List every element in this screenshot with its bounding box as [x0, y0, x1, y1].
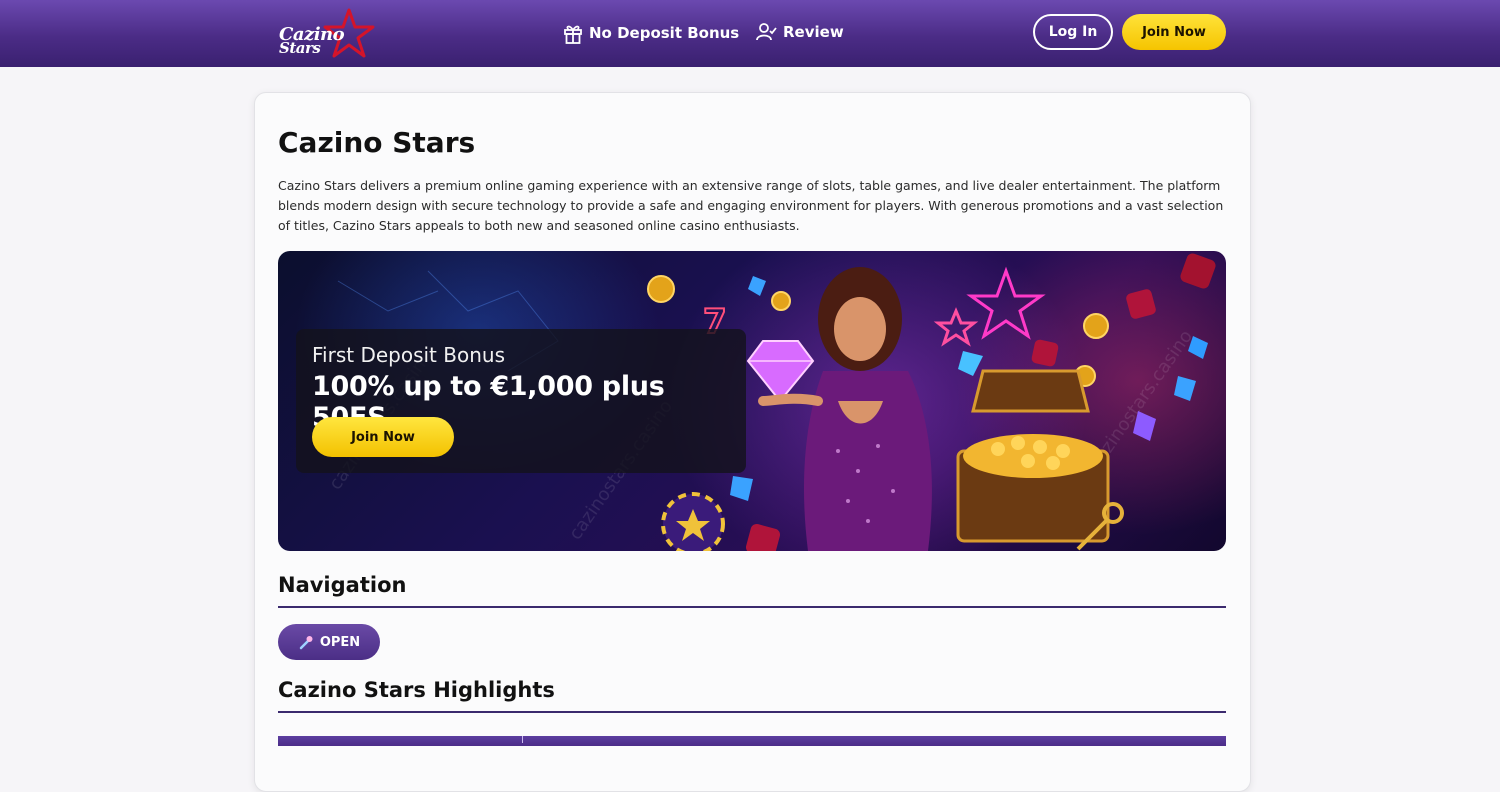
- user-review-icon: [756, 23, 777, 41]
- treasure-chest-icon: [956, 369, 1110, 543]
- diamond-icon: [746, 340, 815, 403]
- site-logo[interactable]: Cazino Stars: [277, 8, 377, 60]
- highlights-table-column-divider: [522, 736, 523, 743]
- navigation-heading: Navigation: [278, 573, 407, 597]
- neon-star-icons: [933, 266, 1046, 347]
- navigation-open-button[interactable]: OPEN: [278, 624, 380, 660]
- woman-figure: [758, 267, 932, 551]
- open-label: OPEN: [319, 634, 361, 650]
- nav-no-deposit-bonus-label: No Deposit Bonus: [589, 24, 740, 42]
- page-title: Cazino Stars: [278, 126, 476, 159]
- magic-wand-icon: [299, 636, 313, 650]
- logo-text-line2: Stars: [279, 39, 321, 57]
- highlights-table-header: [278, 736, 1226, 746]
- login-button[interactable]: Log In: [1033, 14, 1113, 50]
- promo-banner[interactable]: cazinostars.casino cazinostars.casino ca…: [278, 251, 1226, 551]
- navigation-divider: [278, 606, 1226, 608]
- nav-no-deposit-bonus[interactable]: No Deposit Bonus: [563, 22, 739, 44]
- gift-icon: [564, 25, 582, 44]
- nav-review[interactable]: Review: [755, 22, 844, 42]
- site-header: Cazino Stars No Deposit Bonus Review Log…: [0, 0, 1500, 67]
- join-now-button[interactable]: Join Now: [1122, 14, 1226, 50]
- highlights-heading: Cazino Stars Highlights: [278, 678, 555, 702]
- casino-chip-icon: [661, 492, 725, 551]
- intro-paragraph: Cazino Stars delivers a premium online g…: [278, 178, 1224, 233]
- highlights-divider: [278, 711, 1226, 713]
- promo-box: First Deposit Bonus 100% up to €1,000 pl…: [296, 329, 746, 473]
- promo-subtitle: First Deposit Bonus: [312, 343, 505, 367]
- banner-join-now-button[interactable]: Join Now: [312, 417, 454, 457]
- nav-review-label: Review: [783, 23, 844, 41]
